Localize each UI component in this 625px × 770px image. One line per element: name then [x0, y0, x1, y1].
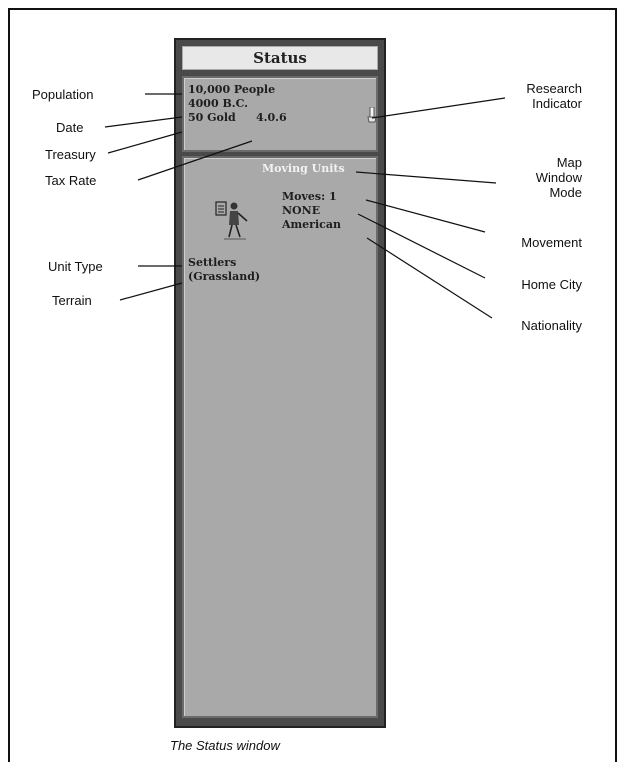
callout-map-window-mode: Map Window Mode [500, 155, 582, 200]
window-title: Status [182, 46, 378, 70]
callout-map-line1: Map [556, 155, 582, 170]
moves-value: Moves: 1 [282, 190, 337, 203]
treasury-value: 50 Gold [188, 111, 236, 124]
callout-research-line2: Indicator [532, 96, 582, 111]
callout-movement: Movement [521, 235, 582, 250]
callout-population: Population [32, 87, 94, 102]
callout-terrain: Terrain [52, 293, 92, 308]
unit-panel: Moving Units Moves: 1 NONE American Sett… [182, 156, 378, 718]
settlers-unit-icon [215, 201, 248, 240]
map-mode-value: Moving Units [262, 162, 345, 175]
home-city-value: NONE [282, 204, 321, 217]
tax-rate-value: 4.0.6 [256, 111, 287, 124]
callout-home-city: Home City [521, 277, 582, 292]
status-window: Status 10,000 People 4000 B.C. 50 Gold 4… [174, 38, 386, 728]
stats-panel: 10,000 People 4000 B.C. 50 Gold 4.0.6 [182, 76, 378, 152]
callout-research-line1: Research [526, 81, 582, 96]
callout-map-line3: Mode [549, 185, 582, 200]
population-value: 10,000 People [188, 83, 276, 96]
callout-map-line2: Window [535, 170, 582, 185]
callout-nationality: Nationality [521, 318, 582, 333]
nationality-value: American [282, 218, 341, 231]
callout-tax-rate: Tax Rate [45, 173, 97, 188]
date-value: 4000 B.C. [188, 97, 248, 110]
callout-treasury: Treasury [45, 147, 96, 162]
callout-unit-type: Unit Type [48, 259, 103, 274]
callout-research-indicator: Research Indicator [500, 81, 582, 111]
callout-date: Date [56, 120, 84, 135]
unit-type-value: Settlers [188, 256, 237, 269]
research-flask-icon [367, 107, 377, 123]
figure-caption: The Status window [170, 738, 280, 753]
terrain-value: (Grassland) [188, 270, 261, 283]
